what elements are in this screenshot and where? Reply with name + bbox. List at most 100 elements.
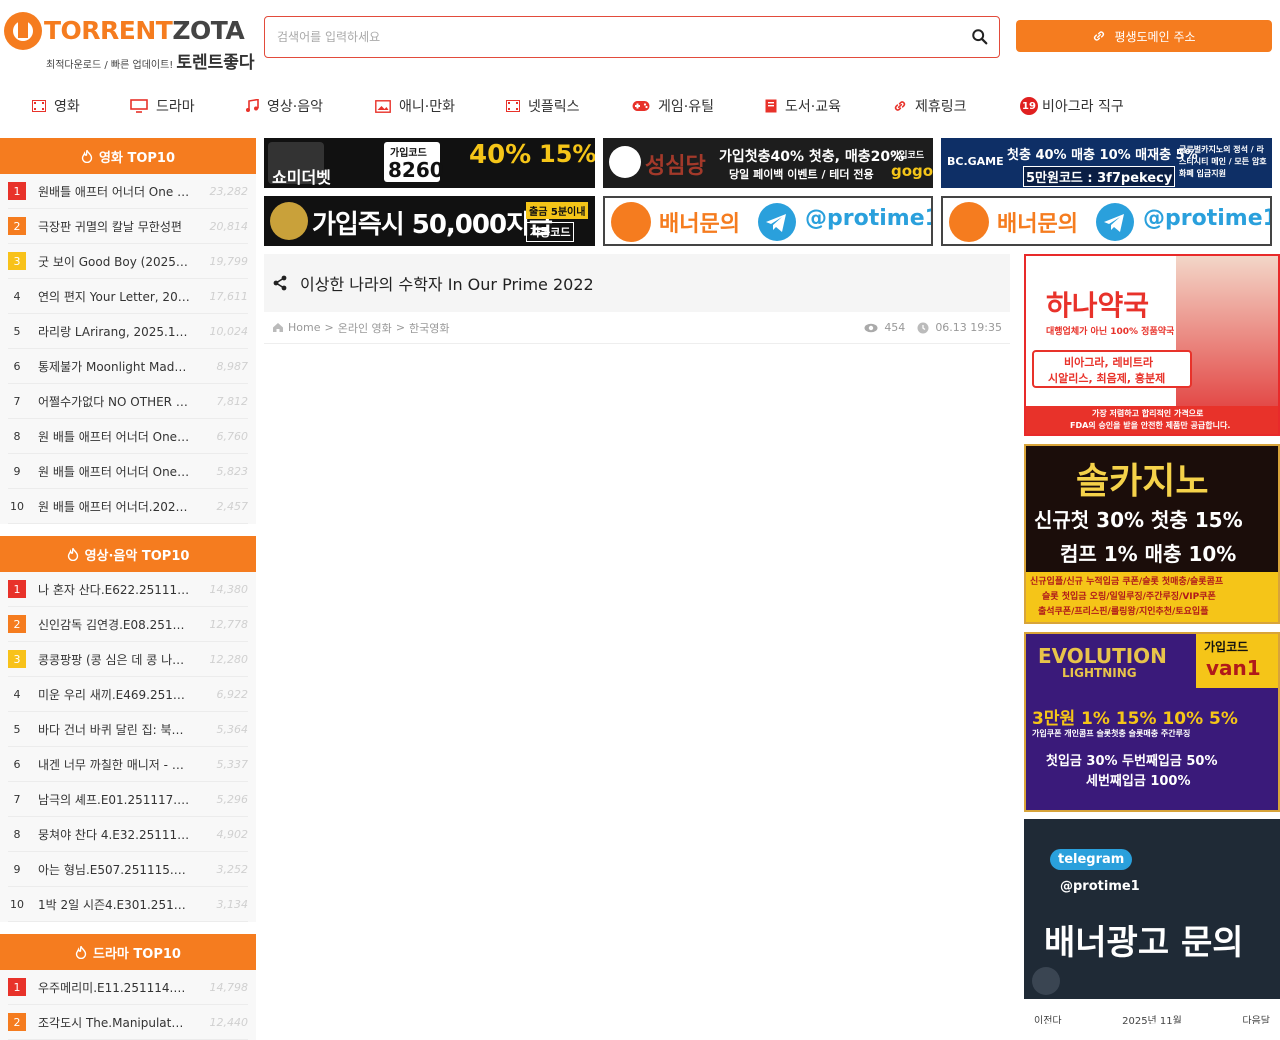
top10-row[interactable]: 9 아는 형님.E507.251115.1080p 3,252 [8,852,248,887]
top10-title[interactable]: 나 혼자 산다.E622.251114.1080p [38,581,198,598]
top10-title[interactable]: 바다 건너 바퀴 달린 집: 북유럽 [38,721,198,738]
music-top10-list: 1 나 혼자 산다.E622.251114.1080p 14,380 2 신인감독 김연… [0,572,256,922]
top10-row[interactable]: 7 남극의 셰프.E01.251117.1080p 5,296 [8,782,248,817]
top10-title[interactable]: 라리랑 LArirang, 2025.1080p [38,323,198,340]
top10-title[interactable]: 우주메리미.E11.251114.1080p [38,979,198,996]
banner-sungsimdang[interactable]: 성심당 가입첫충40% 첫충, 매충20% 당일 페이백 이벤트 / 테더 전용… [603,138,933,188]
top10-count: 19,799 [209,254,249,268]
ad1-line4: 가장 저렴하고 합리적인 가격으로 [1092,409,1204,418]
top10-title[interactable]: 굿 보이 Good Boy (2025) (한국어자막) [38,253,198,270]
nav-item-drama[interactable]: 드라마 [130,94,195,118]
top10-count: 12,778 [209,617,249,631]
nav-item-music[interactable]: 영상·음악 [245,94,323,118]
share-icon[interactable] [272,275,288,291]
breadcrumb-online-movie[interactable]: 온라인 영화 [338,320,392,336]
post-meta: Home > 온라인 영화 > 한국영화 454 06.13 19:35 [264,312,1010,344]
rank-badge: 1 [8,580,26,598]
top10-row[interactable]: 4 미운 우리 새끼.E469.251116.1080p 6,922 [8,677,248,712]
top10-title[interactable]: 남극의 셰프.E01.251117.1080p [38,791,198,808]
breadcrumb-home[interactable]: Home [288,321,320,334]
top10-row[interactable]: 2 신인감독 김연경.E08.251116.1080p 12,778 [8,607,248,642]
search-input[interactable] [277,26,957,48]
banner-inquiry-2[interactable]: 배너문의 @protime1 [941,196,1272,246]
top10-row[interactable]: 8 뭉쳐야 찬다 4.E32.251116.1080p 4,902 [8,817,248,852]
ad-hana-pharmacy[interactable]: 하나약국 대행업체가 아닌 100% 정품약국 비아그라, 레비트라 시알리스,… [1024,254,1280,436]
banner3-side: 글로벌카지노의 정석 / 라스티시티 메인 / 모든 암호화폐 입금지원 [1179,145,1267,178]
nav-item-partner[interactable]: 제휴링크 [893,94,967,118]
calendar-next[interactable]: 다음달 [1242,1012,1270,1024]
post-info: 454 06.13 19:35 [864,321,1002,334]
nav-item-anime[interactable]: 애니·만화 [375,94,455,118]
top10-row[interactable]: 4 연의 편지 Your Letter, 2024 17,611 [8,279,248,314]
calendar-prev[interactable]: 이전다 [1034,1012,1062,1024]
rank-badge: 4 [13,687,21,701]
ad-sol-casino[interactable]: 솔카지노 신규첫 30% 첫충 15% 컴프 1% 매충 10% 신규입플/신규… [1024,444,1280,624]
top10-title[interactable]: 콩콩팡팡 (콩 심은 데 콩 나고 팡) [38,651,198,668]
top10-title[interactable]: 조각도시 The.Manipulated.E07 [38,1014,198,1031]
top10-row[interactable]: 2 조각도시 The.Manipulated.E07 12,440 [8,1005,248,1040]
logo-title: TORRENTZOTA [44,16,245,45]
ad2-line1: 신규첫 30% 첫충 15% [1034,508,1243,532]
monitor-icon [130,99,148,113]
ad-evolution[interactable]: EVOLUTION LIGHTNING 가입코드 van1 3만원 1% 15%… [1024,632,1280,812]
top10-title[interactable]: 원 배틀 애프터 어너더 One Battle [38,463,198,480]
top10-title[interactable]: 아는 형님.E507.251115.1080p [38,861,198,878]
search-icon[interactable] [971,28,989,46]
permanent-domain-button[interactable]: 평생도메인 주소 [1016,20,1272,52]
top10-title[interactable]: 1박 2일 시즌4.E301.251116.1080p [38,896,198,913]
site-logo[interactable]: TORRENTZOTA 최적다운로드 / 빠른 업데이트! 토렌트좋다 [4,12,255,73]
top10-count: 10,024 [209,324,249,338]
top10-title[interactable]: 원 배틀 애프터 어너더 One Battle [38,428,198,445]
top10-row[interactable]: 7 어쩔수가없다 NO OTHER CHOICE 7,812 [8,384,248,419]
nav-item-game[interactable]: 게임·유틸 [632,94,714,118]
top10-title[interactable]: 미운 우리 새끼.E469.251116.1080p [38,686,198,703]
nav-label-game: 게임·유틸 [658,99,714,115]
top10-row[interactable]: 1 원배틀 애프터 어너더 One Battle After Another 23,… [8,174,248,209]
top10-row[interactable]: 5 라리랑 LArirang, 2025.1080p 10,024 [8,314,248,349]
breadcrumb-korean-movie[interactable]: 한국영화 [409,320,449,336]
banner-showmethebet[interactable]: 쇼미더벳 가입코드 8260 40% 15% [264,138,595,188]
top10-row[interactable]: 5 바다 건너 바퀴 달린 집: 북유럽 5,364 [8,712,248,747]
nav-item-netflix[interactable]: 넷플릭스 [506,94,580,118]
top10-row[interactable]: 3 굿 보이 Good Boy (2025) (한국어자막) 19,799 [8,244,248,279]
nav-item-book[interactable]: 도서·교육 [765,94,841,118]
top10-row[interactable]: 10 원 배틀 애프터 어너더.2025.1080p 2,457 [8,489,248,524]
banner-50000[interactable]: 가입즉시 50,000지급 출금 5분이내 자동코드 [264,196,595,246]
top10-title[interactable]: 통제불가 Moonlight Madness [38,358,198,375]
rank-badge: 7 [13,394,21,408]
top10-count: 6,760 [216,429,249,443]
top10-title[interactable]: 뭉쳐야 찬다 4.E32.251116.1080p [38,826,198,843]
nav-item-movie[interactable]: 영화 [32,94,80,118]
top10-row[interactable]: 6 내겐 너무 까칠한 매니저 - 비서진 5,337 [8,747,248,782]
top10-row[interactable]: 10 1박 2일 시즌4.E301.251116.1080p 3,134 [8,887,248,922]
film-icon [506,100,520,112]
calendar-strip: 이전다 2025년 11월 다음달 [1024,1012,1280,1024]
top10-row[interactable]: 6 통제불가 Moonlight Madness 8,987 [8,349,248,384]
movie-top10-title: 영화 TOP10 [99,150,175,166]
top10-row[interactable]: 3 콩콩팡팡 (콩 심은 데 콩 나고 팡) 12,280 [8,642,248,677]
top10-row[interactable]: 1 우주메리미.E11.251114.1080p 14,798 [8,970,248,1005]
top10-count: 2,457 [216,499,249,513]
top10-title[interactable]: 원배틀 애프터 어너더 One Battle After Another [38,183,198,200]
rank-badge: 7 [13,792,21,806]
top10-row[interactable]: 9 원 배틀 애프터 어너더 One Battle 5,823 [8,454,248,489]
banner-bcgame[interactable]: BC.GAME 첫충 40% 매충 10% 매재충 5% 5만원코드 : 3f7… [941,138,1272,188]
banner-inquiry-1[interactable]: 배너문의 @protime1 [603,196,933,246]
top10-title[interactable]: 원 배틀 애프터 어너더.2025.1080p [38,498,198,515]
top10-count: 6,922 [216,687,249,701]
banner4-side: 출금 5분이내 [526,202,589,219]
top10-title[interactable]: 신인감독 김연경.E08.251116.1080p [38,616,198,633]
banner1-pct2: 15% [539,140,595,168]
top10-row[interactable]: 8 원 배틀 애프터 어너더 One Battle 6,760 [8,419,248,454]
banner2-code: gogo [891,162,933,180]
top10-row[interactable]: 1 나 혼자 산다.E622.251114.1080p 14,380 [8,572,248,607]
top10-title[interactable]: 연의 편지 Your Letter, 2024 [38,288,198,305]
top10-row[interactable]: 2 극장판 귀멸의 칼날 무한성편 20,814 [8,209,248,244]
top10-count: 5,364 [216,722,249,736]
top10-title[interactable]: 어쩔수가없다 NO OTHER CHOICE [38,393,198,410]
top10-title[interactable]: 극장판 귀멸의 칼날 무한성편 [38,218,198,235]
top10-title[interactable]: 내겐 너무 까칠한 매니저 - 비서진 [38,756,198,773]
ad-banner-inquiry[interactable]: telegram @protime1 배너광고 문의 [1024,819,1280,999]
post-title: 이상한 나라의 수학자 In Our Prime 2022 [300,275,594,294]
nav-item-viagra[interactable]: 19 비아그라 직구 [1020,94,1124,118]
